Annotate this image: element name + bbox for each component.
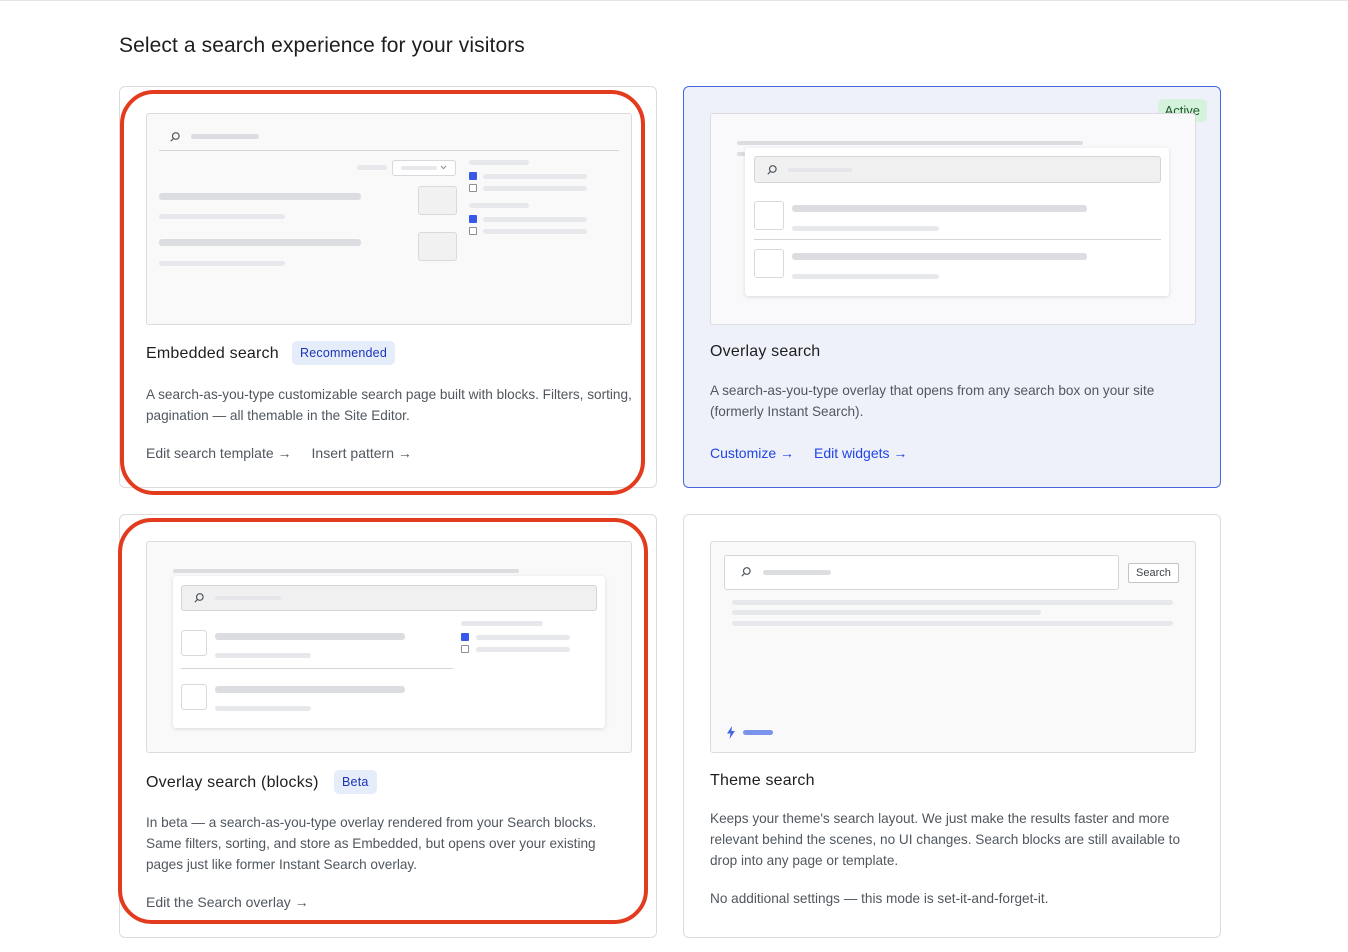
card-title: Overlay search: [710, 343, 821, 360]
lightning-icon: [727, 726, 735, 739]
card-overlay-search-blocks[interactable]: Overlay search (blocks) Beta In beta — a…: [119, 514, 657, 938]
card-overlay-search[interactable]: Active Overlay search A search-as-you-ty…: [683, 86, 1221, 488]
embedded-search-preview: [146, 113, 632, 325]
card-description: In beta — a search-as-you-type overlay r…: [146, 815, 597, 872]
card-title: Overlay search (blocks): [146, 774, 319, 791]
beta-badge: Beta: [334, 770, 377, 794]
edit-widgets-link[interactable]: Edit widgets →: [814, 445, 907, 461]
overlay-blocks-preview: [146, 541, 632, 753]
page-title: Select a search experience for your visi…: [119, 34, 525, 57]
card-embedded-search[interactable]: Embedded search Recommended A search-as-…: [119, 86, 657, 488]
search-icon: [741, 567, 751, 577]
card-description: A search-as-you-type customizable search…: [146, 387, 632, 423]
recommended-badge: Recommended: [292, 341, 395, 365]
insert-pattern-link[interactable]: Insert pattern →: [312, 445, 412, 461]
card-title: Theme search: [710, 772, 815, 789]
search-icon: [170, 132, 180, 142]
edit-search-overlay-link[interactable]: Edit the Search overlay →: [146, 894, 309, 910]
search-icon: [767, 165, 777, 175]
checkbox-on-preview: [469, 172, 477, 180]
overlay-search-preview: [710, 113, 1196, 325]
settings-note: No additional settings — this mode is se…: [710, 891, 1049, 906]
customize-link[interactable]: Customize →: [710, 445, 794, 461]
search-button-preview: Search: [1128, 563, 1179, 583]
checkbox-off-preview: [461, 645, 469, 653]
top-divider: [0, 0, 1348, 1]
card-title: Embedded search: [146, 345, 279, 362]
card-description: A search-as-you-type overlay that opens …: [710, 383, 1155, 419]
card-description: Keeps your theme's search layout. We jus…: [710, 811, 1181, 868]
checkbox-on-preview: [461, 633, 469, 641]
edit-search-template-link[interactable]: Edit search template →: [146, 445, 292, 461]
chevron-down-icon: [440, 165, 447, 170]
theme-search-preview: Search: [710, 541, 1196, 753]
checkbox-off-preview: [469, 184, 477, 192]
search-icon: [194, 593, 204, 603]
card-theme-search[interactable]: Search Theme search Keeps your theme's s…: [683, 514, 1221, 938]
